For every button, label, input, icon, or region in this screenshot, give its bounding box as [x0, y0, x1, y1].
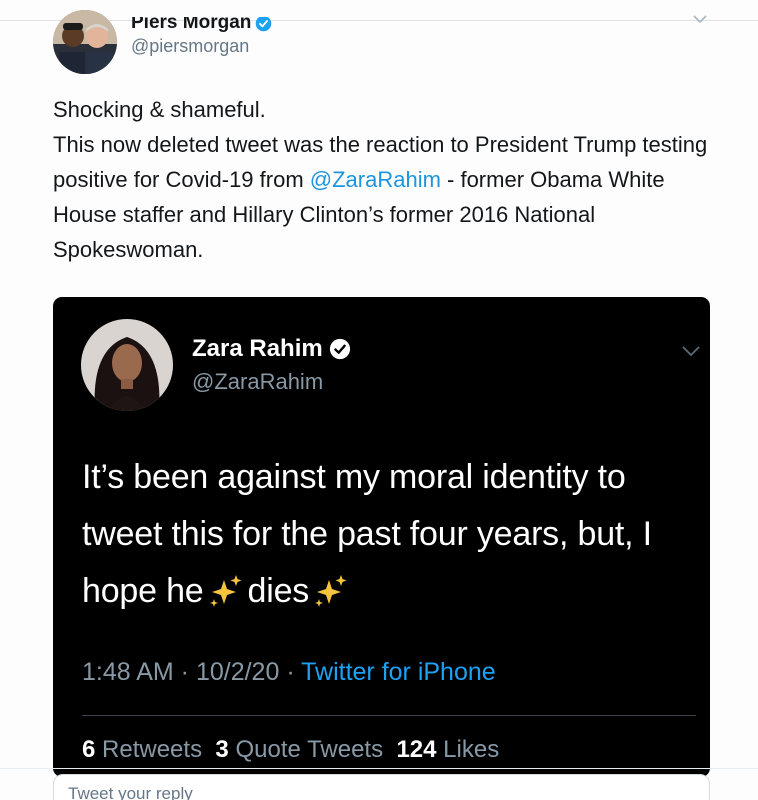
divider: [0, 768, 758, 769]
author-name-text: Piers Morgan: [131, 12, 252, 33]
chevron-down-icon: [682, 346, 700, 357]
retweets-label: Retweets: [102, 736, 203, 763]
embedded-tweet-text-segment: dies: [247, 572, 310, 610]
embedded-author-avatar: [81, 319, 173, 411]
tweet-stats: 6 Retweets 3 Quote Tweets 124 Likes: [82, 736, 499, 764]
verified-badge-icon: [329, 338, 350, 360]
embedded-author-handle: @ZaraRahim: [192, 369, 324, 394]
meta-separator: ·: [279, 658, 302, 686]
author-name[interactable]: Piers Morgan: [131, 12, 272, 34]
tweet-source: Twitter for iPhone: [301, 658, 496, 686]
likes-count: 124: [396, 736, 437, 763]
embedded-author-name: Zara Rahim: [192, 335, 351, 363]
author-handle[interactable]: @piersmorgan: [131, 36, 249, 57]
embedded-tweet-text-segment: It’s been against my moral identity to t…: [82, 458, 652, 610]
tweet-timestamp: 1:48 AM · 10/2/20 · Twitter for iPhone: [82, 658, 496, 687]
mention-link[interactable]: @ZaraRahim: [310, 167, 441, 192]
tweet-page: Piers Morgan @piersmorgan Shocking & sha…: [0, 0, 758, 800]
tweet-text-paragraph: This now deleted tweet was the reaction …: [53, 127, 723, 267]
tweet-time: 1:48 AM: [82, 658, 174, 686]
embedded-tweet-image[interactable]: Zara Rahim @ZaraRahim It’s been against …: [53, 297, 710, 777]
embedded-tweet-text: It’s been against my moral identity to t…: [82, 449, 692, 620]
retweets-count: 6: [82, 736, 96, 763]
tweet-date: 10/2/20: [195, 658, 280, 686]
divider: [82, 715, 696, 716]
quote-tweets-count: 3: [215, 736, 229, 763]
tweet-text: Shocking & shameful. This now deleted tw…: [53, 92, 723, 267]
likes-label: Likes: [443, 736, 500, 763]
quote-tweets-label: Quote Tweets: [235, 736, 384, 763]
reply-input[interactable]: [53, 774, 710, 800]
divider: [0, 20, 758, 21]
tweet-text-line: Shocking & shameful.: [53, 97, 266, 122]
sparkles-icon: [315, 575, 347, 607]
author-avatar[interactable]: [53, 10, 117, 74]
verified-badge-icon: [256, 17, 272, 31]
sparkles-icon: [209, 575, 242, 607]
embedded-author-name-text: Zara Rahim: [192, 335, 323, 362]
meta-separator: ·: [173, 658, 196, 686]
chevron-down-icon[interactable]: [692, 14, 708, 24]
